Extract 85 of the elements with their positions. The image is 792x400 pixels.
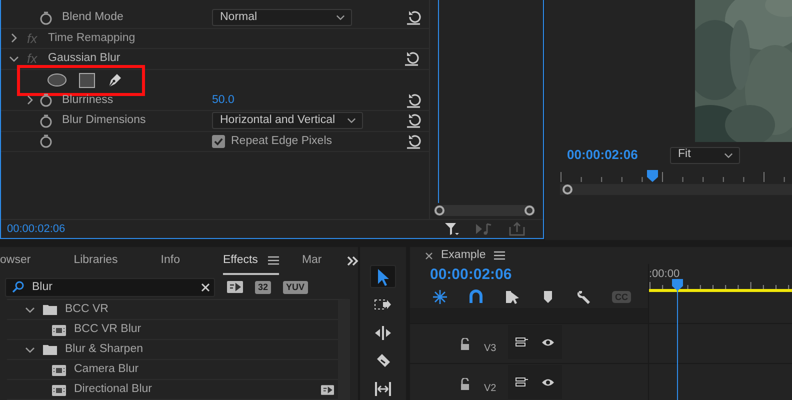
- scroll-handle-icon[interactable]: [434, 205, 445, 216]
- checkbox-label: Repeat Edge Pixels: [231, 134, 332, 149]
- playhead-icon[interactable]: [672, 279, 683, 292]
- effect-name: Time Remapping: [48, 30, 136, 46]
- stopwatch-icon[interactable]: [39, 114, 53, 128]
- zoom-dropdown[interactable]: Fit: [670, 146, 740, 164]
- sequence-tab[interactable]: Example: [441, 247, 486, 264]
- scroll-handle-icon[interactable]: [524, 205, 535, 216]
- stopwatch-icon[interactable]: [39, 134, 53, 148]
- reset-icon[interactable]: [406, 10, 421, 26]
- rectangle-mask-icon[interactable]: [79, 72, 95, 88]
- linked-selection-icon[interactable]: [504, 289, 520, 306]
- panel-tab[interactable]: Info: [160, 248, 180, 275]
- scroll-handle-icon[interactable]: [562, 184, 573, 195]
- reset-icon[interactable]: [406, 113, 421, 128]
- sync-output-icon[interactable]: [514, 377, 528, 388]
- tree-item[interactable]: Camera Blur: [7, 360, 338, 380]
- panel-tab[interactable]: Libraries: [74, 248, 118, 275]
- folder-icon: [43, 343, 57, 356]
- dropdown-chevron-icon: [347, 116, 356, 126]
- chevron-down-icon[interactable]: [9, 54, 19, 64]
- tree-item[interactable]: BCC VR Blur: [7, 320, 338, 340]
- work-area-bar[interactable]: [649, 289, 792, 292]
- timecode[interactable]: 00:00:02:06: [430, 264, 512, 286]
- track-label: V2: [484, 382, 498, 396]
- chevron-right-icon[interactable]: [9, 33, 19, 44]
- tree-item[interactable]: Directional Blur: [7, 380, 338, 400]
- property-name: Blend Mode: [62, 10, 124, 26]
- search-box[interactable]: Blur: [5, 278, 215, 297]
- reset-icon[interactable]: [406, 92, 421, 108]
- reset-icon[interactable]: [404, 51, 419, 66]
- dropdown-chevron-icon: [336, 13, 345, 22]
- clear-icon[interactable]: [201, 282, 210, 292]
- ellipse-mask-icon[interactable]: [47, 73, 67, 88]
- effect-icon: [52, 362, 66, 376]
- value-field[interactable]: 50.0: [212, 92, 234, 109]
- panel-tab[interactable]: Effects: [222, 248, 279, 275]
- filter-badge[interactable]: 32: [255, 280, 272, 294]
- nest-sequence-icon[interactable]: [432, 289, 448, 306]
- chevron-right-icon[interactable]: [25, 95, 35, 106]
- effect-name: Gaussian Blur: [48, 51, 120, 66]
- tool-button[interactable]: [370, 265, 396, 288]
- pen-icon[interactable]: [107, 72, 123, 88]
- timecode[interactable]: 00:00:02:06: [567, 145, 670, 165]
- eye-icon[interactable]: [541, 378, 556, 387]
- effect-icon: [52, 322, 66, 336]
- dropdown-chevron-icon: [724, 150, 733, 160]
- filter-icon[interactable]: [445, 222, 459, 236]
- lock-icon[interactable]: [460, 378, 470, 390]
- stopwatch-icon[interactable]: [39, 10, 53, 25]
- chevron-down-icon[interactable]: [25, 304, 35, 314]
- accelerated-effects-icon[interactable]: [227, 280, 243, 294]
- magnet-icon[interactable]: [468, 289, 484, 306]
- fx-label: fx: [27, 30, 38, 48]
- property-name: Blur Dimensions: [62, 113, 147, 128]
- panel-tab[interactable]: owser: [0, 248, 31, 275]
- menu-icon[interactable]: [494, 251, 505, 260]
- tree-item[interactable]: Blur & Sharpen: [7, 340, 338, 360]
- menu-icon[interactable]: [268, 256, 279, 265]
- dropdown[interactable]: Horizontal and Vertical: [212, 112, 364, 130]
- eye-icon[interactable]: [541, 338, 556, 347]
- chevron-down-icon[interactable]: [25, 344, 35, 354]
- lock-icon[interactable]: [460, 338, 470, 350]
- filter-badge[interactable]: YUV: [283, 280, 308, 294]
- overflow-icon[interactable]: [346, 256, 359, 266]
- reset-icon[interactable]: [406, 134, 421, 149]
- ruler-label: :00:00: [649, 267, 680, 282]
- sync-output-icon[interactable]: [514, 337, 528, 348]
- folder-icon: [43, 303, 57, 316]
- tree-item[interactable]: BCC VR: [7, 300, 338, 320]
- dropdown[interactable]: Normal: [212, 9, 352, 26]
- close-icon[interactable]: [425, 252, 433, 260]
- timecode[interactable]: 00:00:02:06: [7, 220, 66, 238]
- search-icon: [12, 281, 24, 294]
- search-input[interactable]: Blur: [32, 278, 193, 296]
- property-name: Blurriness: [62, 92, 114, 108]
- scroll-bar[interactable]: [560, 184, 792, 195]
- fx-label: fx: [27, 50, 38, 68]
- scroll-bar[interactable]: [434, 205, 535, 216]
- track-label: V3: [484, 342, 498, 356]
- panel-tab[interactable]: Mar: [302, 248, 322, 275]
- checkbox[interactable]: [212, 134, 225, 148]
- effect-icon: [52, 382, 66, 396]
- wrench-icon[interactable]: [576, 289, 592, 306]
- stopwatch-icon[interactable]: [39, 93, 53, 108]
